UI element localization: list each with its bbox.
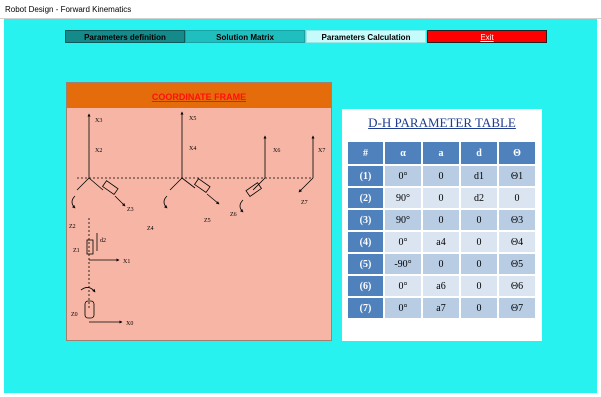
header-d: d xyxy=(461,142,497,164)
cell-theta: Θ4 xyxy=(499,232,535,252)
label-z4: Z4 xyxy=(147,226,154,232)
table-row: (4) 0° a4 0 Θ4 xyxy=(348,232,535,252)
label-d2: d2 xyxy=(100,238,106,244)
cell-alpha: 0° xyxy=(385,232,421,252)
header-a: a xyxy=(423,142,459,164)
prismatic-joint-body xyxy=(86,239,94,255)
cell-theta: Θ5 xyxy=(499,254,535,274)
cell-a: 0 xyxy=(423,210,459,230)
cell-d: d2 xyxy=(461,188,497,208)
label-x2: X2 xyxy=(95,148,102,154)
cell-theta: Θ7 xyxy=(499,298,535,318)
cell-d: 0 xyxy=(461,210,497,230)
cell-theta: Θ6 xyxy=(499,276,535,296)
cell-alpha: 0° xyxy=(385,276,421,296)
z3-axis xyxy=(114,195,126,207)
label-x4: X4 xyxy=(189,146,196,152)
cell-d: d1 xyxy=(461,166,497,186)
label-x0: X0 xyxy=(126,321,133,327)
base-joint-body xyxy=(84,300,95,319)
row-id: (5) xyxy=(348,254,383,274)
table-row: (2) 90° 0 d2 0 xyxy=(348,188,535,208)
z7-axis xyxy=(298,177,314,193)
exit-button[interactable]: Exit xyxy=(427,30,547,43)
table-row: (1) 0° 0 d1 Θ1 xyxy=(348,166,535,186)
label-z5: Z5 xyxy=(204,218,211,224)
cell-alpha: 0° xyxy=(385,166,421,186)
table-row: (3) 90° 0 0 Θ3 xyxy=(348,210,535,230)
tab-parameters-calculation[interactable]: Parameters Calculation xyxy=(306,30,426,43)
tab-parameters-definition[interactable]: Parameters definition xyxy=(65,30,185,43)
cell-alpha: 90° xyxy=(385,210,421,230)
rotation-arrow-z6 xyxy=(239,199,244,213)
cell-d: 0 xyxy=(461,276,497,296)
row-id: (2) xyxy=(348,188,383,208)
table-row: (6) 0° a6 0 Θ6 xyxy=(348,276,535,296)
table-row: (7) 0° a7 0 Θ7 xyxy=(348,298,535,318)
cell-alpha: 0° xyxy=(385,298,421,318)
cell-alpha: -90° xyxy=(385,254,421,274)
coordinate-frame-panel: COORDINATE FRAME X3 X2 X5 X4 X6 X7 Z3 Z2… xyxy=(66,82,332,341)
cell-theta: Θ1 xyxy=(499,166,535,186)
cell-alpha: 90° xyxy=(385,188,421,208)
exit-label: Exit xyxy=(480,33,494,42)
main-window: Parameters definition Solution Matrix Pa… xyxy=(4,19,597,393)
cell-a: 0 xyxy=(423,254,459,274)
dh-parameter-table: # α a d Θ (1) 0° 0 d1 Θ1 (2) 90° 0 d2 0 xyxy=(346,140,537,320)
table-row: (5) -90° 0 0 Θ5 xyxy=(348,254,535,274)
tab-solution-matrix[interactable]: Solution Matrix xyxy=(185,30,305,43)
header-index: # xyxy=(348,142,383,164)
label-z1: Z1 xyxy=(73,248,80,254)
cell-a: 0 xyxy=(423,166,459,186)
row-id: (4) xyxy=(348,232,383,252)
label-x1: X1 xyxy=(123,259,130,265)
z5-axis xyxy=(206,193,220,205)
cell-d: 0 xyxy=(461,232,497,252)
joint-link-3 xyxy=(169,177,183,191)
cell-a: a7 xyxy=(423,298,459,318)
joint-link-5 xyxy=(252,177,266,191)
label-x6: X6 xyxy=(273,148,280,154)
header-alpha: α xyxy=(385,142,421,164)
row-id: (6) xyxy=(348,276,383,296)
label-z6: Z6 xyxy=(230,212,237,218)
joint-link-1 xyxy=(76,177,90,191)
rotation-arrow-z0 xyxy=(80,287,96,293)
joint-body-1 xyxy=(101,180,119,196)
label-x3: X3 xyxy=(95,118,102,124)
coordinate-frame-header: COORDINATE FRAME xyxy=(67,83,331,108)
cell-theta: 0 xyxy=(499,188,535,208)
kinematic-diagram: X3 X2 X5 X4 X6 X7 Z3 Z2 Z4 Z5 Z6 Z7 Z1 d… xyxy=(69,111,325,327)
table-header-row: # α a d Θ xyxy=(348,142,535,164)
header-theta: Θ xyxy=(499,142,535,164)
cell-a: 0 xyxy=(423,188,459,208)
cell-d: 0 xyxy=(461,254,497,274)
label-z0: Z0 xyxy=(71,312,78,318)
row-id: (3) xyxy=(348,210,383,230)
coordinate-frame-title: COORDINATE FRAME xyxy=(151,92,247,102)
cell-a: a4 xyxy=(423,232,459,252)
label-z2: Z2 xyxy=(69,224,76,230)
dh-table-title: D-H PARAMETER TABLE xyxy=(368,115,516,130)
label-z3: Z3 xyxy=(127,207,134,213)
cell-a: a6 xyxy=(423,276,459,296)
joint-body-2 xyxy=(193,178,211,194)
cell-d: 0 xyxy=(461,298,497,318)
rotation-arrow-z2 xyxy=(71,195,76,209)
window-title: Robot Design - Forward Kinematics xyxy=(0,0,601,19)
row-id: (1) xyxy=(348,166,383,186)
label-x5: X5 xyxy=(189,116,196,122)
cell-theta: Θ3 xyxy=(499,210,535,230)
joint-link-4 xyxy=(181,177,196,189)
rotation-arrow-z4 xyxy=(163,195,168,209)
row-id: (7) xyxy=(348,298,383,318)
joint-link-2 xyxy=(88,177,104,191)
label-x7: X7 xyxy=(318,148,325,154)
label-z7: Z7 xyxy=(301,200,308,206)
dh-parameter-panel: D-H PARAMETER TABLE # α a d Θ (1) 0° 0 d… xyxy=(342,109,542,341)
